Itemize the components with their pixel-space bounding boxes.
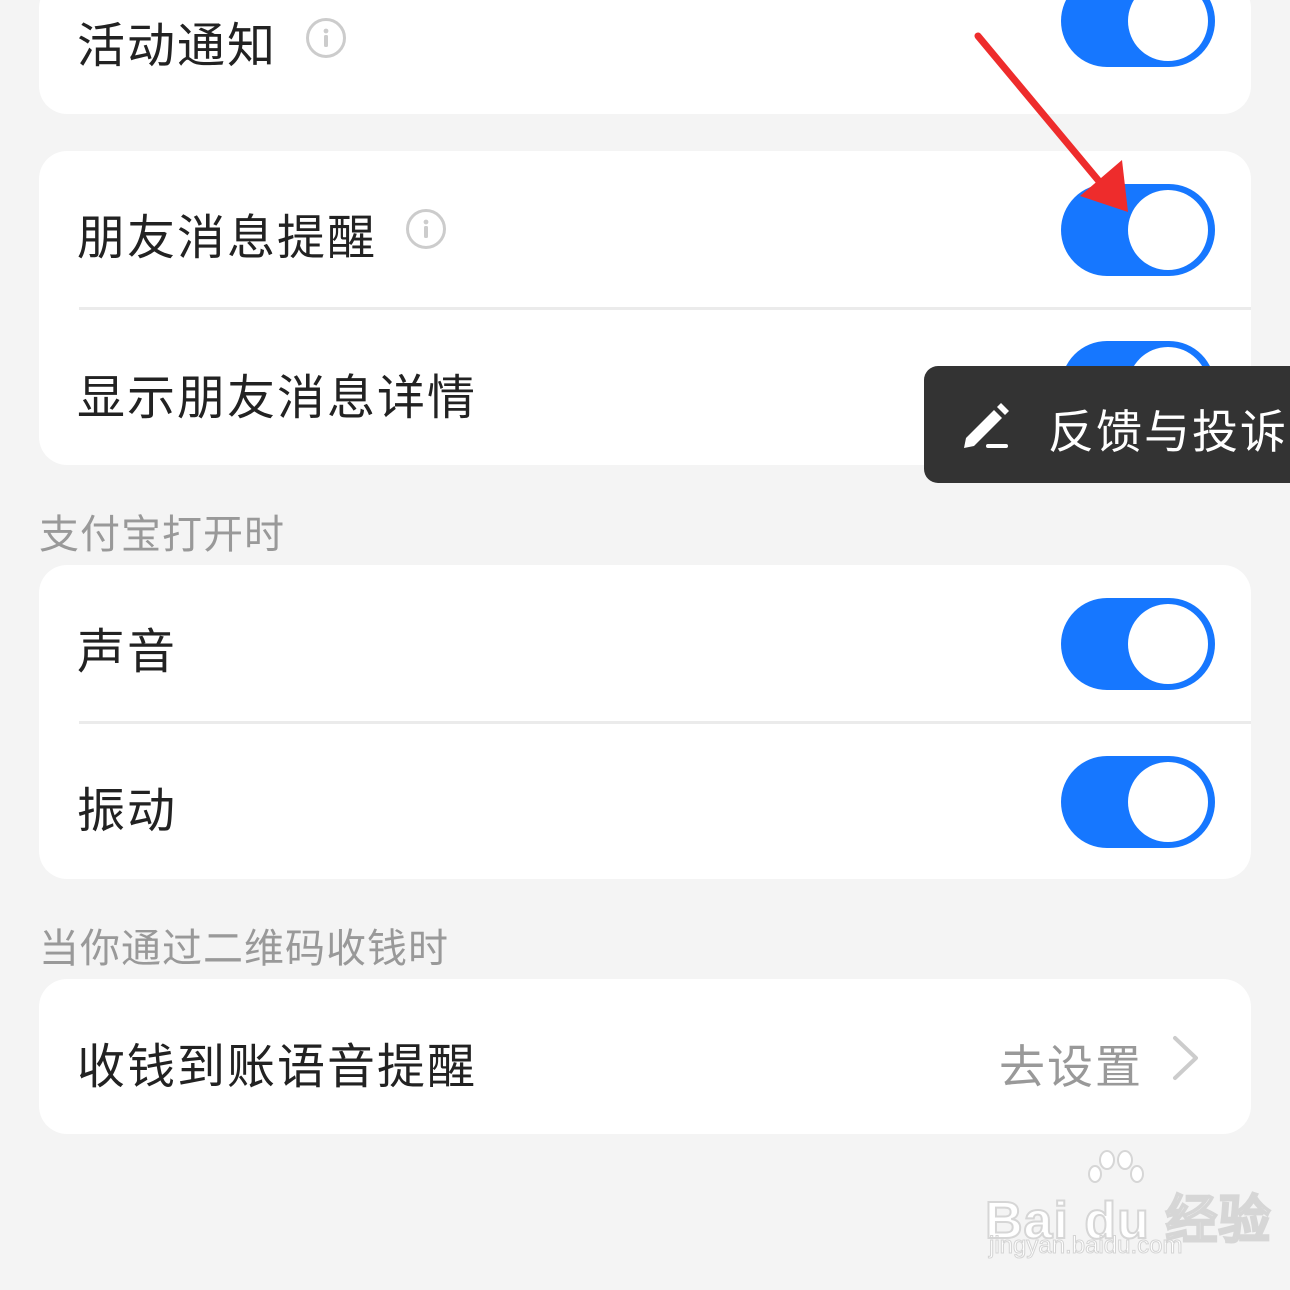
toggle-activity-notice[interactable] [1061,0,1215,67]
setting-label: 收钱到账语音提醒 [77,1039,478,1095]
toggle-vibration[interactable] [1061,756,1215,848]
section-title-qr-payment: 当你通过二维码收钱时 [39,926,449,972]
setting-label: 显示朋友消息详情 [77,370,478,426]
setting-row-activity-notice: 活动通知 [39,0,1251,114]
setting-row-payment-voice[interactable]: 收钱到账语音提醒 去设置 [39,979,1251,1134]
setting-label: 朋友消息提醒 [77,210,378,266]
toggle-knob [1128,0,1208,61]
pencil-icon [958,400,1014,456]
toggle-friend-message[interactable] [1061,184,1215,276]
watermark-url: jingyan.baidu.com [988,1232,1183,1260]
section-title-app-open: 支付宝打开时 [39,512,285,558]
feedback-label: 反馈与投诉 [1048,405,1288,459]
setting-label: 振动 [77,783,178,839]
info-icon[interactable] [406,209,446,249]
notification-card-activity: 活动通知 [39,0,1251,114]
setting-row-vibration: 振动 [39,724,1251,879]
toggle-knob [1128,762,1208,842]
chevron-right-icon [1171,1035,1201,1085]
setting-label: 活动通知 [77,18,278,74]
toggle-sound[interactable] [1061,598,1215,690]
feedback-button[interactable]: 反馈与投诉 [924,366,1290,483]
baidu-watermark: Bai du 经验 jingyan.baidu.com [984,1150,1271,1270]
setting-row-friend-message: 朋友消息提醒 [39,151,1251,308]
notification-card-app-open: 声音 振动 [39,565,1251,879]
setting-label: 声音 [77,624,178,680]
go-settings-link[interactable]: 去设置 [999,1031,1143,1097]
notification-card-qr-payment: 收钱到账语音提醒 去设置 [39,979,1251,1134]
toggle-knob [1128,604,1208,684]
toggle-knob [1128,190,1208,270]
info-icon[interactable] [306,18,346,58]
setting-row-sound: 声音 [39,565,1251,722]
